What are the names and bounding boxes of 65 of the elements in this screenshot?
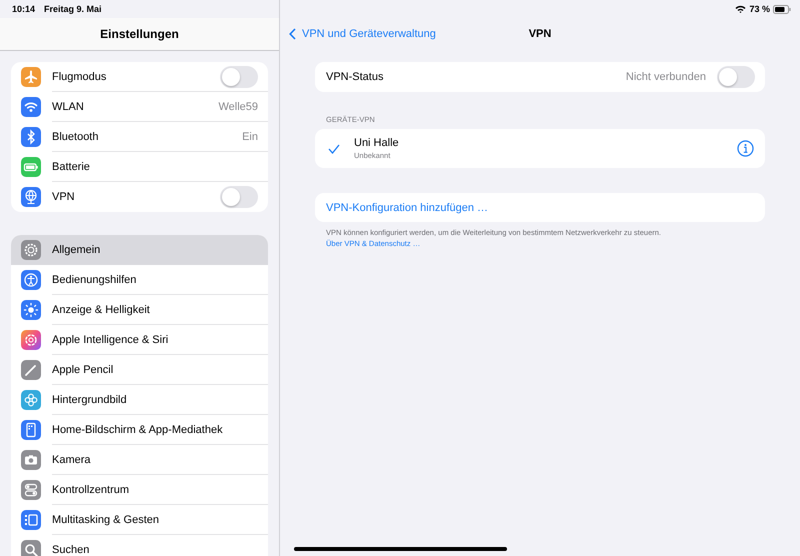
row-label: Multitasking & Gesten	[52, 514, 160, 526]
settings-row[interactable]: Hintergrundbild	[11, 385, 268, 415]
switches-icon	[21, 480, 41, 500]
settings-row[interactable]: Multitasking & Gesten	[11, 505, 268, 535]
checkmark-icon	[328, 144, 340, 154]
settings-row[interactable]: Home-Bildschirm & App-Mediathek	[11, 415, 268, 445]
settings-row[interactable]: Apple Pencil	[11, 355, 268, 385]
row-value: Ein	[242, 130, 258, 142]
add-configuration-button[interactable]: VPN-Konfiguration hinzufügen …	[315, 193, 765, 222]
row-label: Home-Bildschirm & App-Mediathek	[52, 424, 224, 436]
sidebar-title: Einstellungen	[100, 27, 179, 41]
airplane-icon	[21, 67, 41, 87]
row-value: Nicht verbunden	[626, 71, 706, 83]
row-label: Bluetooth	[52, 130, 100, 142]
row-label: VPN-Status	[326, 71, 384, 83]
row-label: Apple Pencil	[52, 364, 114, 376]
row-label: Suchen	[52, 544, 90, 556]
gear-icon	[21, 240, 41, 260]
settings-row[interactable]: VPN	[11, 182, 268, 212]
settings-row[interactable]: Bedienungshilfen	[11, 265, 268, 295]
row-label: Hintergrundbild	[52, 394, 128, 406]
settings-row[interactable]: WLAN Welle59	[11, 92, 268, 122]
settings-row[interactable]: Suchen	[11, 535, 268, 556]
settings-row[interactable]: Anzeige & Helligkeit	[11, 295, 268, 325]
page-title: VPN	[528, 28, 552, 40]
settings-row[interactable]: Allgemein	[11, 235, 268, 265]
settings-row[interactable]: Batterie	[11, 152, 268, 182]
row-label: Kontrollzentrum	[52, 484, 130, 496]
back-button[interactable]: VPN und Geräteverwaltung	[289, 28, 436, 40]
globe-icon	[21, 187, 41, 207]
settings-row[interactable]: Kontrollzentrum	[11, 475, 268, 505]
row-label: Allgemein	[52, 244, 102, 256]
row-label: Bedienungshilfen	[52, 274, 138, 286]
row-label: Anzeige & Helligkeit	[52, 304, 151, 316]
battery-icon	[21, 157, 41, 177]
row-label: VPN	[52, 191, 76, 203]
settings-row[interactable]: Kamera	[11, 445, 268, 475]
battery-percentage: 73 %	[749, 4, 770, 14]
row-label: WLAN	[52, 100, 85, 112]
settings-row[interactable]: Apple Intelligence & Siri	[11, 325, 268, 355]
app-grid-icon	[21, 420, 41, 440]
pencil-icon	[21, 360, 41, 380]
person-icon	[21, 270, 41, 290]
multitask-icon	[21, 510, 41, 530]
row-label: Apple Intelligence & Siri	[52, 334, 170, 346]
status-date: Freitag 9. Mai	[44, 4, 102, 14]
row-label: Kamera	[52, 454, 92, 466]
row-value: Welle59	[218, 100, 258, 112]
config-name: Uni Halle	[354, 137, 400, 149]
info-icon[interactable]	[737, 140, 754, 157]
wifi-icon	[735, 5, 746, 13]
sun-icon	[21, 300, 41, 320]
status-time: 10:14	[12, 4, 36, 14]
row-label: Flugmodus	[52, 70, 108, 82]
battery-icon	[773, 4, 791, 14]
bluetooth-icon	[21, 127, 41, 147]
settings-row[interactable]: Flugmodus	[11, 62, 268, 92]
settings-row[interactable]: Bluetooth Ein	[11, 122, 268, 152]
toggle-switch[interactable]	[220, 66, 258, 88]
chevron-left-icon	[289, 28, 296, 40]
row-label: Batterie	[52, 160, 91, 172]
toggle-switch[interactable]	[717, 66, 755, 88]
wifi-icon	[21, 97, 41, 117]
camera-icon	[21, 450, 41, 470]
toggle-switch[interactable]	[220, 186, 258, 208]
